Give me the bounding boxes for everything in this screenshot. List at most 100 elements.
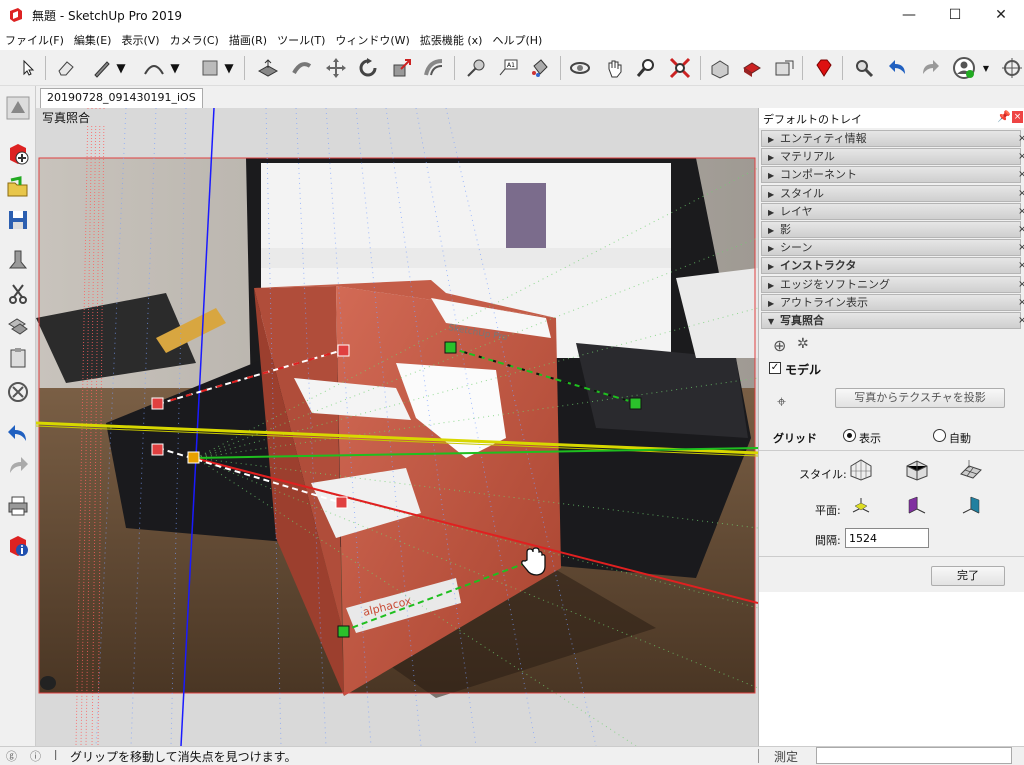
tray-close-icon[interactable]: × [1012,111,1023,123]
plane-red-green-icon[interactable] [849,494,873,518]
select-tool-icon[interactable] [14,54,42,82]
menu-draw[interactable]: 描画(R) [224,32,272,48]
shape-dropdown-icon[interactable]: ▼ [222,54,236,82]
undo-icon[interactable] [884,54,912,82]
eraser-tool-icon[interactable] [52,54,80,82]
print-icon[interactable] [4,492,32,520]
grid-style-above-icon[interactable] [959,458,983,482]
tray-section-9[interactable]: ▶ アウトライン表示 × [761,293,1024,311]
maximize-button[interactable]: ☐ [932,0,978,30]
undo-side-icon[interactable] [4,420,32,448]
offset-tool-icon[interactable] [420,54,448,82]
menu-file[interactable]: ファイル(F) [0,32,69,48]
account-dropdown-icon[interactable]: ▼ [980,54,992,82]
modeling-viewport[interactable]: alphacox SketchUp Pro 写真照合 [36,108,758,746]
scale-tool-icon[interactable] [388,54,416,82]
save-icon[interactable] [4,206,32,234]
tray-section-10[interactable]: ▼ 写真照合 × [761,312,1024,329]
share-model-icon[interactable] [770,54,798,82]
tray-section-1[interactable]: ▶ マテリアル × [761,148,1024,166]
grid-style-outside-icon[interactable] [905,458,929,482]
pin-icon[interactable]: 📌 [997,110,1011,123]
tray-section-3[interactable]: ▶ スタイル × [761,184,1024,202]
zoom-extents-icon[interactable] [666,54,694,82]
menu-edit[interactable]: 編集(E) [69,32,117,48]
section-close-icon[interactable]: × [1018,167,1024,182]
new-model-icon[interactable] [4,140,32,168]
tray-section-0[interactable]: ▶ エンティティ情報 × [761,130,1024,147]
menu-tools[interactable]: ツール(T) [272,32,330,48]
text-tool-icon[interactable]: A1 [494,54,522,82]
search-tool-icon[interactable] [850,54,878,82]
spacing-input[interactable] [845,528,929,548]
warehouse-icon[interactable] [706,54,734,82]
instructor-icon[interactable]: ⓘ [30,748,41,764]
grid-style-inside-icon[interactable] [849,458,873,482]
section-close-icon[interactable]: × [1018,149,1024,164]
done-button[interactable]: 完了 [931,566,1005,586]
line-dropdown-icon[interactable]: ▼ [114,54,128,82]
line-tool-icon[interactable] [88,54,116,82]
section-close-icon[interactable]: × [1018,313,1024,328]
measurements-input[interactable] [816,747,1012,764]
menu-camera[interactable]: カメラ(C) [165,32,224,48]
open-folder-icon[interactable] [4,174,32,202]
document-tab[interactable]: 20190728_091430191_iOS [40,88,203,108]
add-photo-icon[interactable]: ⊕ [773,336,786,355]
minimize-button[interactable]: — [886,0,932,30]
settings-gear-icon[interactable]: ✲ [797,336,809,352]
ruby-console-icon[interactable] [810,54,838,82]
grid-show-radio[interactable] [843,429,856,442]
paint-bucket-icon[interactable] [526,54,554,82]
zoom-tool-icon[interactable] [632,54,660,82]
close-button[interactable]: ✕ [978,0,1024,30]
redo-side-icon[interactable] [4,452,32,480]
cut-icon[interactable] [4,280,32,308]
section-close-icon[interactable]: × [1018,277,1024,292]
position-camera-icon[interactable] [998,54,1024,82]
section-close-icon[interactable]: × [1018,204,1024,219]
extension-warehouse-icon[interactable] [738,54,766,82]
tray-section-5[interactable]: ▶ 影 × [761,221,1024,238]
section-close-icon[interactable]: × [1018,222,1024,237]
stamp-tool-icon[interactable] [4,246,32,274]
rotate-tool-icon[interactable] [354,54,382,82]
tray-section-2[interactable]: ▶ コンポーネント × [761,166,1024,184]
menu-help[interactable]: ヘルプ(H) [487,32,547,48]
model-checkbox[interactable]: ✓ [769,362,781,374]
tray-section-4[interactable]: ▶ レイヤ × [761,202,1024,220]
model-info-icon[interactable] [4,532,32,560]
section-close-icon[interactable]: × [1018,131,1024,146]
plane-green-blue-icon[interactable] [959,494,983,518]
grid-auto-radio[interactable] [933,429,946,442]
section-close-icon[interactable]: × [1018,186,1024,201]
match-photo-style-icon[interactable] [4,94,32,122]
push-pull-icon[interactable] [254,54,282,82]
menu-window[interactable]: ウィンドウ(W) [330,32,414,48]
paste-icon[interactable] [4,344,32,372]
menu-extensions[interactable]: 拡張機能 (x) [415,32,488,48]
section-close-icon[interactable]: × [1018,295,1024,310]
arc-tool-icon[interactable] [140,54,168,82]
plane-red-blue-icon[interactable] [905,494,929,518]
rectangle-tool-icon[interactable] [196,54,224,82]
pan-tool-icon[interactable] [600,54,628,82]
menu-view[interactable]: 表示(V) [116,32,164,48]
scene-canvas[interactable]: alphacox SketchUp Pro 写真照合 [36,108,758,746]
account-icon[interactable] [950,54,978,82]
geo-location-icon[interactable]: ⓖ [6,748,17,764]
move-tool-icon[interactable] [322,54,350,82]
orbit-tool-icon[interactable] [566,54,594,82]
section-close-icon[interactable]: × [1018,258,1024,273]
arc-dropdown-icon[interactable]: ▼ [168,54,182,82]
tape-measure-icon[interactable] [462,54,490,82]
follow-me-icon[interactable] [288,54,316,82]
redo-icon[interactable] [916,54,944,82]
tray-section-6[interactable]: ▶ シーン × [761,239,1024,257]
project-texture-button[interactable]: 写真からテクスチャを投影 [835,388,1005,408]
delete-icon[interactable] [4,378,32,406]
tray-section-8[interactable]: ▶ エッジをソフトニング × [761,275,1024,293]
tray-section-7[interactable]: ▶ インストラクタ × [761,257,1024,275]
section-close-icon[interactable]: × [1018,240,1024,255]
copy-icon[interactable] [4,312,32,340]
